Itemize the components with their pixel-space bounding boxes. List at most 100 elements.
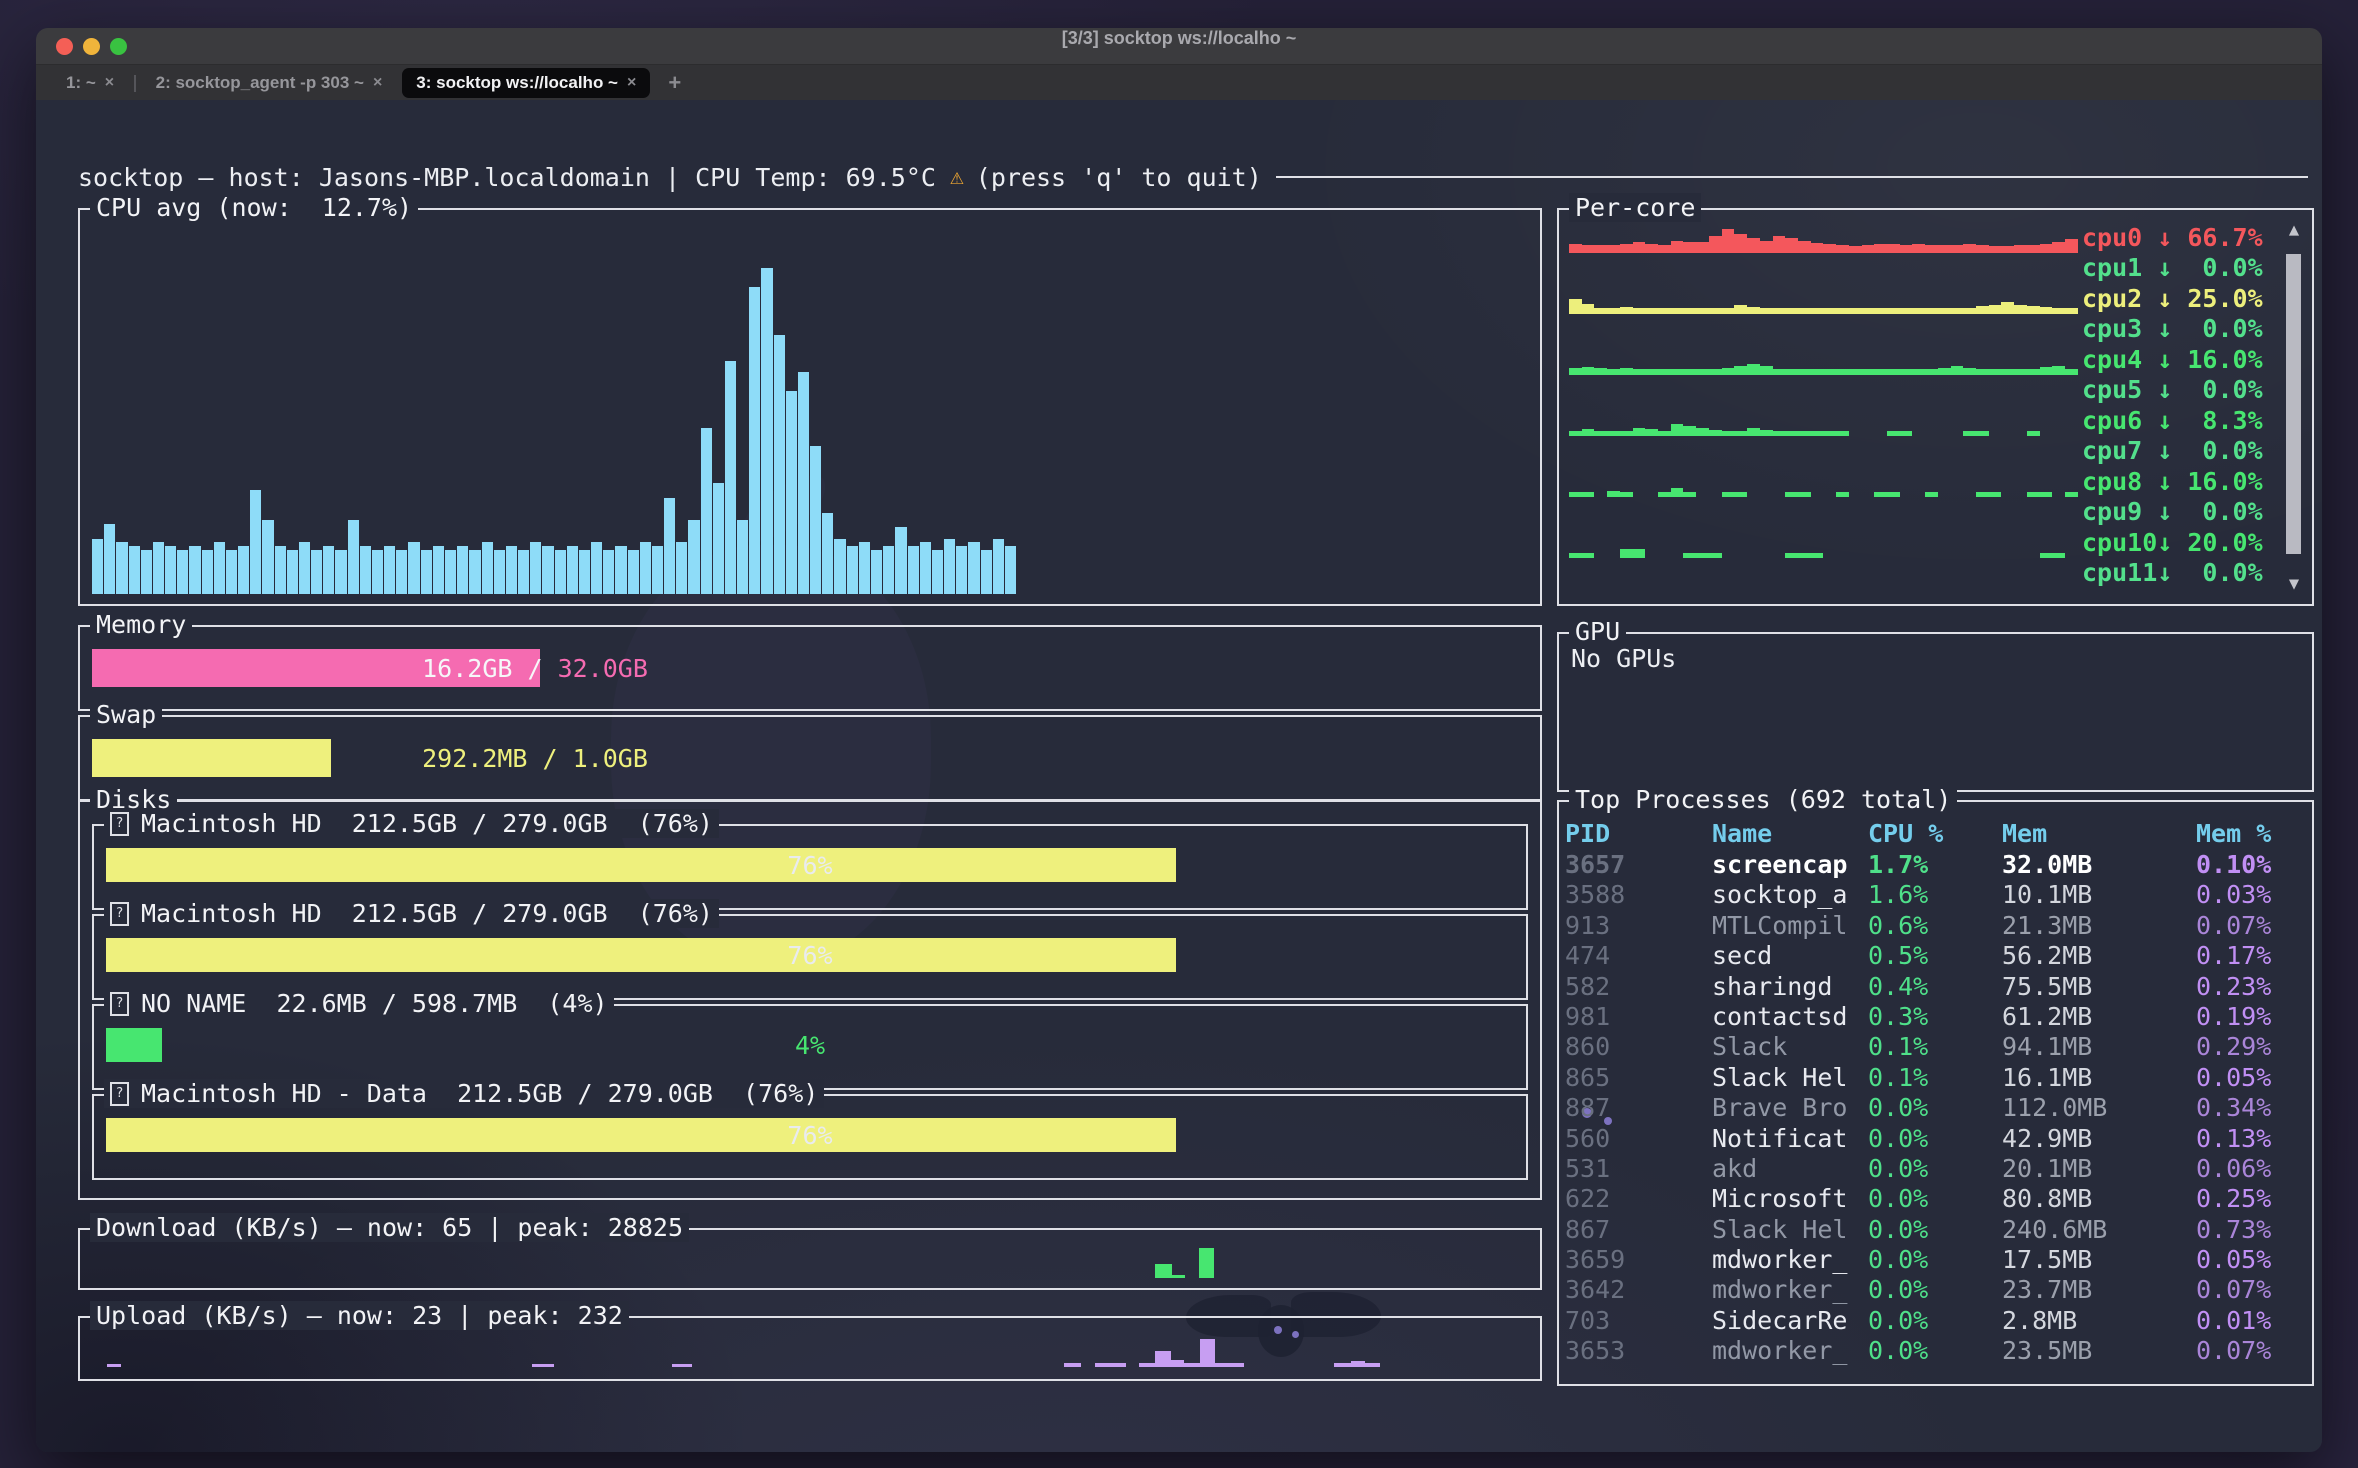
memory-panel: Memory 16.2GB / 32.0GB xyxy=(78,625,1542,711)
process-row: 3659mdworker_0.0%17.5MB0.05% xyxy=(1565,1245,2306,1275)
sparkline-bar xyxy=(1633,549,1646,558)
new-tab-button[interactable]: + xyxy=(660,70,689,96)
process-name: screencap xyxy=(1712,850,1868,880)
cpu-usage-bar xyxy=(810,446,821,594)
process-memory: 56.2MB xyxy=(2002,941,2196,971)
process-cpu-percent: 0.0% xyxy=(1868,1124,2002,1154)
sparkline-bar xyxy=(1569,244,1582,253)
process-row: 3588socktop_a1.6%10.1MB0.03% xyxy=(1565,880,2306,910)
tab-3-active[interactable]: 3: socktop ws://localho ~ × xyxy=(402,68,650,98)
sparkline-bar xyxy=(1747,364,1760,375)
disk-percent: 76% xyxy=(787,851,832,880)
disk-gauge: 76% xyxy=(106,848,1514,882)
tab-2-close-icon[interactable]: × xyxy=(373,74,382,92)
cpu-usage-bar xyxy=(798,372,809,594)
memory-gauge: 16.2GB / 32.0GB xyxy=(92,649,978,687)
process-cpu-percent: 0.0% xyxy=(1868,1184,2002,1214)
sparkline-bar xyxy=(1951,245,1964,253)
cpu-usage-bar xyxy=(250,490,261,594)
gpu-message: No GPUs xyxy=(1571,644,1676,673)
process-row: 3653mdworker_0.0%23.5MB0.07% xyxy=(1565,1336,2306,1366)
gpu-panel-title: GPU xyxy=(1569,617,1626,646)
network-rate-bar xyxy=(1095,1363,1126,1367)
cpu-usage-bar xyxy=(238,546,249,594)
cpu-usage-bar xyxy=(640,542,651,594)
disk-gauge-label: 76% xyxy=(106,848,1514,882)
process-memory: 240.6MB xyxy=(2002,1215,2196,1245)
sparkline-bar xyxy=(1951,366,1964,374)
process-memory-percent: 0.17% xyxy=(2196,941,2306,971)
sparkline-bar xyxy=(1912,244,1925,252)
sparkline-bar xyxy=(1594,368,1607,375)
process-cpu-percent: 0.0% xyxy=(1868,1154,2002,1184)
process-pid: 3588 xyxy=(1565,880,1712,910)
process-row: 582sharingd0.4%75.5MB0.23% xyxy=(1565,972,2306,1002)
per-core-label: cpu7 ↓ 0.0% xyxy=(2082,436,2280,466)
process-row: 867Slack Hel0.0%240.6MB0.73% xyxy=(1565,1215,2306,1245)
per-core-sparkline xyxy=(1569,466,2082,497)
sparkline-bar xyxy=(1747,428,1760,436)
tab-1-close-icon[interactable]: × xyxy=(105,74,114,92)
column-header-name: Name xyxy=(1712,818,1868,850)
process-row: 887Brave Bro0.0%112.0MB0.34% xyxy=(1565,1093,2306,1123)
scroll-down-icon[interactable]: ▼ xyxy=(2284,574,2304,594)
cpu-usage-bar xyxy=(262,520,273,594)
cpu-usage-bar xyxy=(603,550,614,594)
cpu-usage-bar xyxy=(189,546,200,594)
process-cpu-percent: 0.0% xyxy=(1868,1275,2002,1305)
process-row: 865Slack Hel0.1%16.1MB0.05% xyxy=(1565,1063,2306,1093)
per-core-scrollbar[interactable]: ▲ ▼ xyxy=(2284,220,2304,594)
terminal-content: socktop — host: Jasons-MBP.localdomain |… xyxy=(36,100,2322,1452)
cpu-usage-bar xyxy=(396,550,407,594)
process-pid: 560 xyxy=(1565,1124,1712,1154)
cpu-usage-bar xyxy=(153,542,164,594)
per-core-sparkline xyxy=(1569,497,2082,528)
per-core-sparkline xyxy=(1569,405,2082,436)
process-pid: 622 xyxy=(1565,1184,1712,1214)
process-pid: 582 xyxy=(1565,972,1712,1002)
cpu-usage-bar xyxy=(847,546,858,594)
swap-gauge: 292.2MB / 1.0GB xyxy=(92,739,978,777)
swap-panel: Swap 292.2MB / 1.0GB xyxy=(78,715,1542,801)
process-memory-percent: 0.29% xyxy=(2196,1032,2306,1062)
process-pid: 913 xyxy=(1565,911,1712,941)
disk-title: ?Macintosh HD 212.5GB / 279.0GB (76%) xyxy=(104,809,719,838)
cpu-usage-bar xyxy=(981,550,992,594)
disk-gauge-label: 76% xyxy=(106,1118,1514,1152)
sparkline-bar xyxy=(1849,246,1862,253)
cpu-usage-bar xyxy=(469,550,480,594)
scroll-up-icon[interactable]: ▲ xyxy=(2284,220,2304,240)
tab-2[interactable]: 2: socktop_agent -p 303 ~ × xyxy=(146,69,393,97)
cpu-usage-bar xyxy=(202,550,213,594)
network-rate-bar xyxy=(1199,1248,1214,1278)
per-core-row: cpu7 ↓ 0.0% xyxy=(1569,436,2280,467)
cpu-usage-bar xyxy=(457,546,468,594)
missing-glyph-icon: ? xyxy=(110,1082,129,1106)
sparkline-bar xyxy=(2027,306,2040,314)
scrollbar-thumb[interactable] xyxy=(2286,254,2301,554)
per-core-panel: Per-core cpu0 ↓ 66.7%cpu1 ↓ 0.0%cpu2 ↓ 2… xyxy=(1557,208,2314,606)
upload-panel: Upload (KB/s) — now: 23 | peak: 232 xyxy=(78,1316,1542,1381)
cpu-usage-bar xyxy=(652,546,663,594)
process-pid: 3657 xyxy=(1565,850,1712,880)
per-core-sparkline xyxy=(1569,253,2082,284)
per-core-label: cpu6 ↓ 8.3% xyxy=(2082,406,2280,436)
process-memory-percent: 0.13% xyxy=(2196,1124,2306,1154)
cpu-usage-bar xyxy=(165,546,176,594)
sparkline-bar xyxy=(1989,246,2002,253)
network-rate-bar xyxy=(1184,1363,1200,1367)
process-pid: 474 xyxy=(1565,941,1712,971)
network-rate-bar xyxy=(1064,1363,1081,1367)
sparkline-bar xyxy=(2040,244,2053,253)
window-titlebar[interactable]: [3/3] socktop ws://localho ~ xyxy=(36,28,2322,65)
cpu-usage-bar xyxy=(713,483,724,594)
disk-title: ?NO NAME 22.6MB / 598.7MB (4%) xyxy=(104,989,614,1018)
cpu-usage-bar xyxy=(749,287,760,594)
process-cpu-percent: 0.0% xyxy=(1868,1245,2002,1275)
tab-3-close-icon[interactable]: × xyxy=(627,74,636,92)
column-header-pid: PID xyxy=(1565,818,1712,850)
tab-1[interactable]: 1: ~ × xyxy=(56,69,124,97)
per-core-label: cpu5 ↓ 0.0% xyxy=(2082,375,2280,405)
sparkline-bar xyxy=(1722,229,1735,253)
header-rule xyxy=(1276,176,2308,178)
